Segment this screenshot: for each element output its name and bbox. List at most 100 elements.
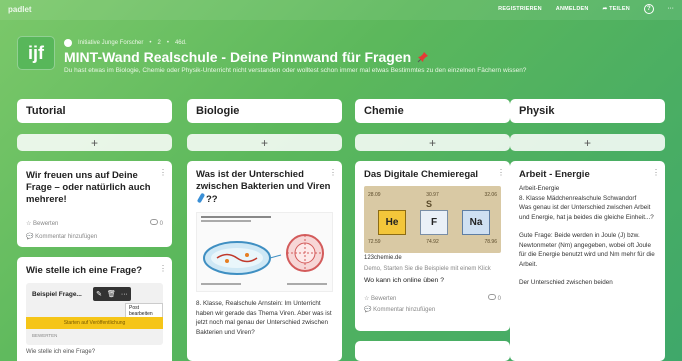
more-icon[interactable]: ··· [121, 291, 128, 298]
post-title: Wir freuen uns auf Deine Frage – oder na… [26, 170, 151, 205]
column-physik: Physik + Arbeit - Energie ⋮ Arbeit-Energ… [510, 99, 665, 361]
body-line: Gute Frage: Beide werden in Joule (J) bz… [519, 232, 655, 268]
mass-label: 78.96 [484, 239, 497, 245]
post-menu-icon[interactable]: ⋮ [159, 168, 167, 177]
diagram-illustration [201, 216, 327, 285]
mass-label: 28.09 [368, 192, 381, 198]
post-card[interactable]: Das Digitale Chemieregal ⋮ 28.09 30.97 3… [355, 161, 510, 331]
post-card[interactable]: Was ist der Unterschied zwischen Bakteri… [187, 161, 342, 361]
post-actions: ☆ Bewerten 0 [364, 294, 501, 302]
inner-title: Beispiel Frage... [32, 291, 82, 298]
body-line: Was genau ist der Unterschied zwischen A… [519, 204, 654, 221]
help-icon[interactable]: ? [643, 4, 654, 14]
rate-button[interactable]: ☆ Bewerten [364, 295, 396, 302]
body-line: 8. Klasse Mädchenrealschule Schwandorf [519, 194, 637, 202]
mass-label: 74.92 [426, 239, 439, 245]
mass-label: 30.97 [426, 192, 439, 198]
likes-count: 2 [157, 40, 161, 46]
periodic-table-image: 28.09 30.97 32.06 S He F Na 72.59 74.92 … [364, 186, 501, 253]
post-menu-icon[interactable]: ⋮ [159, 264, 167, 273]
add-comment-field[interactable]: 💬 Kommentar hinzufügen [364, 306, 501, 313]
post-title: Arbeit - Energie [519, 169, 590, 180]
wall-meta: Initiative Junge Forscher • 2 • 46d. [64, 39, 187, 47]
rate-label: Bewerten [371, 295, 397, 302]
column-title: Biologie [187, 99, 342, 123]
register-link[interactable]: REGISTRIEREN [498, 6, 542, 12]
pushpin-icon [417, 52, 429, 63]
login-link[interactable]: ANMELDEN [556, 6, 589, 12]
column-tutorial: Tutorial + Wir freuen uns auf Deine Frag… [17, 99, 172, 361]
post-title-suffix: ?? [206, 194, 218, 205]
post-card[interactable]: Wir freuen uns auf Deine Frage – oder na… [17, 161, 172, 247]
delete-icon[interactable]: 🗑 [107, 290, 116, 298]
column-title: Physik [510, 99, 665, 123]
post-menu-icon[interactable]: ⋮ [329, 168, 337, 177]
wall-logo: ijf [17, 36, 55, 70]
comment-icon [149, 219, 158, 225]
edit-toolbar: ✎ 🗑 ··· [93, 287, 131, 301]
add-post-button[interactable]: + [355, 134, 510, 151]
top-bar: padlet REGISTRIEREN ANMELDEN ➦ TEILEN ? … [0, 0, 682, 20]
element-f: F [420, 210, 448, 235]
add-post-button[interactable]: + [187, 134, 342, 151]
comment-count-value: 0 [159, 221, 163, 227]
column-title: Chemie [355, 99, 510, 123]
post-title: Wie stelle ich eine Frage? [26, 265, 143, 276]
rate-button[interactable]: ☆ Bewerten [26, 220, 58, 227]
post-body: 8. Klasse, Realschule Arnstein: Im Unter… [196, 300, 332, 336]
wall-subtitle: Du hast etwas im Biologie, Chemie oder P… [64, 67, 527, 74]
banner: Starten auf Veröffentlichung [26, 317, 163, 329]
author-name[interactable]: Initiative Junge Forscher [78, 40, 143, 46]
post-menu-icon[interactable]: ⋮ [497, 168, 505, 177]
edit-icon[interactable]: ✎ [96, 290, 102, 298]
share-label: TEILEN [609, 6, 630, 12]
top-nav: REGISTRIEREN ANMELDEN ➦ TEILEN ? ··· [498, 4, 674, 14]
element-he: He [378, 210, 406, 235]
add-post-button[interactable]: + [17, 134, 172, 151]
add-comment-label: Kommentar hinzufügen [373, 307, 436, 313]
mass-row-top: 28.09 30.97 32.06 [368, 192, 497, 198]
post-body: Arbeit-Energie 8. Klasse Mädchenrealschu… [519, 184, 656, 288]
post-title: Das Digitale Chemieregal [364, 169, 479, 180]
mass-label: 72.59 [368, 239, 381, 245]
comment-count: 0 [149, 219, 163, 227]
wall-title-text: MINT-Wand Realschule - Deine Pinnwand fü… [64, 49, 412, 65]
add-comment-label: Kommentar hinzufügen [35, 234, 98, 240]
body-line: Arbeit-Energie [519, 185, 560, 192]
rate-label: Bewerten [33, 220, 59, 227]
time-label: 46d. [174, 40, 187, 46]
post-menu-icon[interactable]: ⋮ [652, 168, 660, 177]
inner-rate: BEWERTEN [32, 333, 58, 338]
element-na: Na [462, 210, 490, 235]
separator: • [149, 40, 152, 46]
more-icon[interactable]: ··· [668, 6, 674, 12]
share-button[interactable]: ➦ TEILEN [603, 6, 630, 12]
post-card[interactable]: Wie stelle ich eine Frage? ⋮ Beispiel Fr… [17, 257, 172, 361]
comment-count-value: 0 [497, 296, 501, 302]
post-card[interactable] [355, 341, 510, 361]
post-question: Wo kann ich online üben ? [364, 277, 444, 284]
add-post-button[interactable]: + [510, 134, 665, 151]
mass-label: 32.06 [484, 192, 497, 198]
post-card[interactable]: Arbeit - Energie ⋮ Arbeit-Energie 8. Kla… [510, 161, 665, 361]
bacteria-virus-diagram [196, 212, 333, 292]
comment-count: 0 [487, 294, 501, 302]
post-footer: Wie stelle ich eine Frage? [26, 349, 96, 355]
wall-title: MINT-Wand Realschule - Deine Pinnwand fü… [64, 49, 429, 65]
brand-logo[interactable]: padlet [8, 5, 32, 14]
separator: • [166, 40, 169, 46]
post-link[interactable]: 123chemie.de [364, 255, 501, 261]
column-title: Tutorial [17, 99, 172, 123]
comment-icon [487, 294, 496, 300]
element-s: S [426, 199, 433, 209]
author-avatar [64, 39, 72, 47]
post-title: Was ist der Unterschied zwischen Bakteri… [196, 169, 333, 206]
post-note: Demo, Starten Sie die Beispiele mit eine… [364, 266, 491, 272]
add-comment-field[interactable]: 💬 Kommentar hinzufügen [26, 233, 163, 240]
post-image: Beispiel Frage... ✎ 🗑 ··· Post bearbeiten … [26, 283, 163, 345]
test-tube-icon [197, 193, 205, 203]
mass-row-bottom: 72.59 74.92 78.96 [368, 239, 497, 245]
post-title-text: Was ist der Unterschied zwischen Bakteri… [196, 169, 331, 192]
column-chemie: Chemie + Das Digitale Chemieregal ⋮ 28.0… [355, 99, 510, 361]
post-actions: ☆ Bewerten 0 [26, 219, 163, 227]
